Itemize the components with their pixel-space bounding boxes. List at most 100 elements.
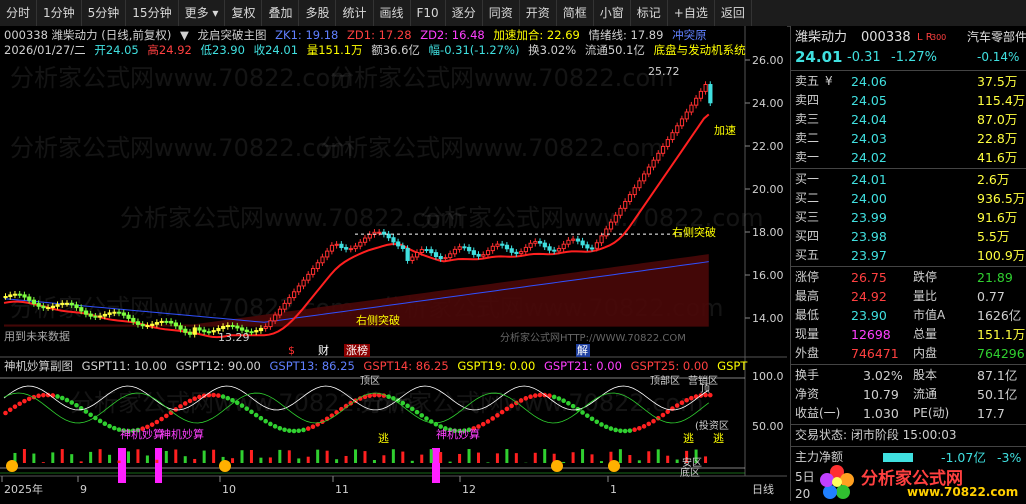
stat2-label-1: 换手 (795, 366, 819, 385)
candle-body (690, 105, 693, 112)
mood-value: 情绪线: 17.89 (588, 28, 663, 42)
y-label-2: 22.00 (752, 140, 784, 153)
sub-small-bar (42, 462, 45, 463)
candle-body (657, 153, 660, 160)
toolbar-item-8[interactable]: 统计 (336, 0, 373, 26)
candle-body (28, 297, 31, 300)
sub-dot (424, 416, 429, 421)
stat-value-2: 1626亿 (977, 306, 1021, 325)
buy-label: 买二 (795, 189, 819, 208)
candle-body (37, 304, 40, 307)
candle-body (411, 257, 414, 260)
buy-price: 23.99 (851, 208, 887, 227)
sub-dot (552, 395, 557, 400)
sub-dot (301, 428, 306, 433)
stat-label-2: 量比 (913, 287, 937, 306)
toolbar-item-11[interactable]: 逐分 (446, 0, 483, 26)
candle-body (709, 85, 712, 103)
sub-small-bar (401, 452, 404, 463)
toolbar-item-16[interactable]: 标记 (631, 0, 668, 26)
stock-title: 000338 潍柴动力 (日线,前复权) (4, 28, 171, 42)
stat-value-2: 21.89 (977, 268, 1013, 287)
toolbar-item-15[interactable]: 小窗 (594, 0, 631, 26)
stat-label-1: 外盘 (795, 344, 819, 363)
sub-small-bar (278, 450, 281, 463)
candle-body (449, 254, 452, 258)
stat-row-0: 涨停26.75跌停21.89 (791, 268, 1026, 287)
toolbar-item-13[interactable]: 开资 (520, 0, 557, 26)
toolbar-item-4[interactable]: 更多 ▾ (179, 0, 226, 26)
candle-body (122, 313, 125, 315)
sub-dot (150, 422, 155, 427)
watermark-3: 分析家公式网www.70822.com (320, 134, 664, 162)
sub-dot (249, 410, 254, 415)
toolbar-item-12[interactable]: 同资 (483, 0, 520, 26)
sub-small-bar (51, 452, 54, 463)
candle-body (236, 326, 239, 328)
sub-label-dingqu: 顶区 (360, 375, 380, 387)
candle-body (491, 246, 494, 250)
candle-body (486, 251, 489, 255)
day20-label: 20 (795, 485, 810, 504)
sub-dot (628, 428, 633, 433)
toolbar-item-6[interactable]: 叠加 (262, 0, 299, 26)
stat2-row-2: 收益(一)1.030PE(动)17.7 (791, 404, 1026, 423)
toolbar-item-18[interactable]: 返回 (715, 0, 752, 26)
sub-dot (689, 396, 694, 401)
stat-label-2: 市值A (913, 306, 945, 325)
gspt12-value: GSPT12: 90.00 (176, 359, 261, 373)
sell-label: 卖五 (795, 72, 819, 91)
indicator-name[interactable]: 龙启突破主图 (198, 28, 267, 42)
y-label-0: 26.00 (752, 54, 784, 67)
close-value: 收24.01 (254, 43, 298, 57)
candle-body (42, 306, 45, 307)
kline-chart-area[interactable]: 分析家公式网www.70822.com分析家公式网www.70822.com分析… (0, 26, 788, 501)
sub-dot (524, 396, 529, 401)
candle-body (250, 332, 253, 333)
candle-body (274, 315, 277, 321)
toolbar-item-5[interactable]: 复权 (225, 0, 262, 26)
toolbar-item-1[interactable]: 1分钟 (37, 0, 82, 26)
candle-body (572, 239, 575, 240)
sub-dot (69, 400, 74, 405)
dropdown-icon[interactable]: ▼ (180, 28, 189, 42)
lr-tag-num: 300 (931, 28, 946, 47)
candle-body (614, 215, 617, 222)
sub-small-bar (184, 456, 187, 463)
sub-dot (500, 410, 505, 415)
sub-small-bar (288, 450, 291, 463)
toolbar-item-10[interactable]: F10 (411, 0, 446, 26)
sub-small-bar (600, 461, 603, 463)
zd2-value: ZD2: 16.48 (420, 28, 485, 42)
watermark-1: 分析家公式网www.70822.com (330, 64, 674, 92)
sub-small-bar (231, 458, 234, 463)
sub-indicator-name[interactable]: 神机妙算副图 (4, 359, 73, 373)
sub-small-bar (316, 450, 319, 463)
toolbar-item-17[interactable]: +自选 (668, 0, 715, 26)
toolbar-item-9[interactable]: 画线 (374, 0, 411, 26)
toolbar-item-14[interactable]: 简框 (557, 0, 594, 26)
stat-label-1: 涨停 (795, 268, 819, 287)
gspt19-value: GSPT19: 0.00 (457, 359, 535, 373)
candle-body (340, 244, 343, 247)
buy-volume: 100.9万 (977, 246, 1025, 265)
sub-dot (410, 407, 415, 412)
sell-label: 卖二 (795, 129, 819, 148)
toolbar-item-7[interactable]: 多股 (299, 0, 336, 26)
sub-small-bar (165, 451, 168, 463)
toolbar-item-0[interactable]: 分时 (0, 0, 37, 26)
watermark-2: 分析家公式网www.70822.com (10, 134, 354, 162)
sub-dot (306, 426, 311, 431)
sub-small-bar (326, 451, 329, 463)
candle-body (463, 247, 466, 248)
turnover-value: 换3.02% (528, 43, 576, 57)
sub-dot (84, 409, 89, 414)
candle-body (226, 326, 229, 327)
kline-chart-svg[interactable]: 分析家公式网www.70822.com分析家公式网www.70822.com分析… (0, 26, 788, 501)
candle-body (160, 321, 163, 322)
toolbar-item-3[interactable]: 15分钟 (126, 0, 178, 26)
sub-magenta-bar-1 (155, 448, 162, 483)
toolbar-item-2[interactable]: 5分钟 (82, 0, 127, 26)
sub-dot (88, 412, 93, 417)
x-label-0: 2025年 (4, 482, 43, 496)
